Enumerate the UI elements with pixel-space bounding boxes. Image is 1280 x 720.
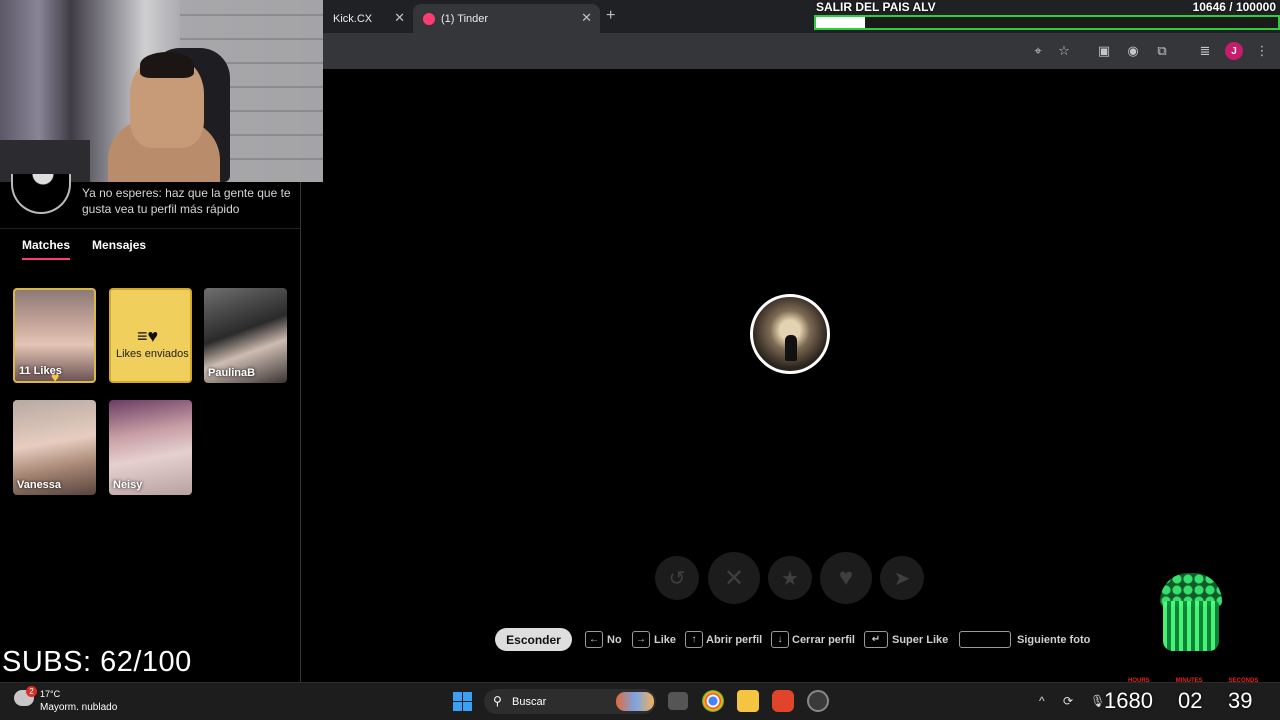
enter-key-icon: ↵ [864,631,888,648]
boost-promo-text[interactable]: Ya no esperes: haz que la gente que te g… [82,185,297,217]
extension-icon[interactable]: ▣ [1094,41,1114,61]
like-icon: ♥ [838,564,854,591]
nope-icon: ✕ [723,564,745,592]
chrome-icon[interactable] [702,690,724,712]
search-icon: ⚲ [493,694,502,708]
boost-icon: ➤ [893,567,911,590]
like-button[interactable]: ♥ [820,552,872,604]
close-tab-icon[interactable]: ✕ [394,10,405,26]
match-card[interactable]: Neisy [109,400,192,495]
weather-temperature[interactable]: 17°C [40,689,60,699]
search-highlight-art [616,692,654,711]
menu-dots-icon[interactable]: ⋮ [1252,41,1272,61]
goal-progress-fill [816,17,866,28]
countdown-timer: HOURS MINUTES SECONDS 1680 02 39 [1100,678,1280,720]
match-name: Vanessa [17,479,62,491]
match-card[interactable]: PaulinaB [204,288,287,383]
close-tab-icon[interactable]: ✕ [581,10,592,26]
timer-hours-label: HOURS [1128,678,1150,684]
hide-shortcuts-button[interactable]: Esconder [495,628,572,651]
rewind-button[interactable]: ↺ [655,556,699,600]
sync-icon[interactable]: ⟳ [1063,694,1073,708]
weather-badge: 2 [26,686,37,697]
divider [0,228,300,229]
tab-messages[interactable]: Mensajes [92,238,146,260]
match-name: Neisy [113,479,143,491]
profile-avatar[interactable]: J [1224,41,1244,61]
heart-icon: ♥ [51,369,60,383]
right-arrow-key-icon: → [632,631,650,648]
likes-card[interactable]: 11 Likes ♥ [13,288,96,383]
goal-overlay: SALIR DEL PAIS ALV 10646 / 100000 [814,0,1280,32]
webcam-feed [0,0,323,182]
profile-figure [785,335,797,361]
goal-title: SALIR DEL PAIS ALV [816,0,936,14]
shortcut-next-photo-label: Siguiente foto [1017,634,1091,646]
timer-labels: HOURS MINUTES SECONDS [1128,678,1258,684]
popcorn-cup [1163,601,1219,651]
tab-tinder-title: (1) Tinder [441,12,489,25]
tinder-flame-icon [423,12,435,25]
super-like-button[interactable]: ★ [768,556,812,600]
search-placeholder: Buscar [512,695,547,708]
popcorn-overlay-icon [1160,573,1222,653]
profile-loading-avatar [750,294,830,374]
keyboard-shortcuts: Esconder ← No → Like ↑ Abrir perfil ↓ Ce… [0,628,1280,652]
boost-avatar[interactable] [11,174,71,214]
tab-kick[interactable]: Kick.CX ✕ [323,4,413,33]
heart-sent-icon: ≡♥ [137,326,159,346]
windows-taskbar: 2 17°C Mayorm. nublado ⚲ Buscar ^ ⟳ 🎙 [0,682,1280,720]
task-view-icon[interactable] [668,692,688,710]
sidebar-tabs: Matches Mensajes [22,238,146,260]
webcam-streamer-hair [140,52,194,78]
goal-count: 10646 / 100000 [1192,0,1276,14]
tab-kick-title: Kick.CX [333,12,373,25]
timer-hours: 1680 [1104,688,1153,713]
location-icon[interactable]: ⌖ [1028,41,1048,61]
boost-button[interactable]: ➤ [880,556,924,600]
shortcut-open-profile-label: Abrir perfil [706,634,763,646]
tab-matches[interactable]: Matches [22,238,71,260]
likes-sent-label: Likes enviados [116,348,189,360]
extension-icon[interactable]: ◉ [1123,41,1143,61]
nope-button[interactable]: ✕ [708,552,760,604]
shortcut-super-like-label: Super Like [892,634,949,646]
space-key-icon [959,631,1011,648]
timer-minutes: 02 [1178,688,1203,713]
left-arrow-key-icon: ← [585,631,603,648]
down-arrow-key-icon: ↓ [771,631,789,648]
timer-seconds-label: SECONDS [1228,678,1259,684]
brave-icon[interactable] [772,690,794,712]
windows-start-icon[interactable] [453,692,472,711]
shortcut-like-label: Like [654,634,677,646]
media-icon[interactable]: ≣ [1195,41,1215,61]
up-arrow-key-icon: ↑ [685,631,703,648]
weather-description[interactable]: Mayorm. nublado [40,702,117,713]
puzzle-icon[interactable]: ⧉ [1152,41,1172,61]
tinder-sidebar: Ya no esperes: haz que la gente que te g… [0,174,301,682]
bookmark-star-icon[interactable]: ☆ [1054,41,1074,61]
match-name: PaulinaB [208,367,256,379]
super-like-icon: ★ [781,567,799,590]
app-icon[interactable] [807,690,829,712]
avatar: J [1225,42,1243,60]
rewind-icon: ↺ [668,567,686,590]
new-tab-icon[interactable]: + [606,7,615,25]
shortcut-close-profile-label: Cerrar perfil [792,634,855,646]
likes-sent-card[interactable]: ≡♥ Likes enviados [109,288,192,383]
tab-tinder[interactable]: (1) Tinder ✕ [413,4,600,33]
tray-chevron-icon[interactable]: ^ [1039,694,1045,708]
goal-progress-bar [814,15,1280,30]
timer-minutes-label: MINUTES [1175,678,1203,684]
timer-seconds: 39 [1228,688,1253,713]
shortcut-no-label: No [607,634,622,646]
taskbar-search[interactable]: ⚲ Buscar [484,689,656,714]
file-explorer-icon[interactable] [737,690,759,712]
subs-counter: SUBS: 62/100 [2,646,192,678]
match-card[interactable]: Vanessa [13,400,96,495]
